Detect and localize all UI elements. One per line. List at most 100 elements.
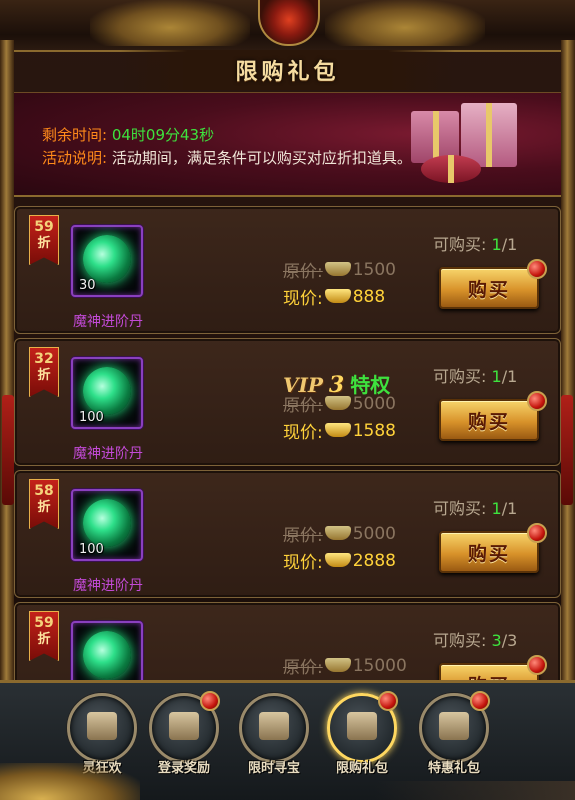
discount-char: 折 xyxy=(37,500,51,515)
current-price-value: 1588 xyxy=(352,420,396,441)
purchase-count: 1 xyxy=(491,499,502,518)
original-price: 原价: 5000 xyxy=(283,521,396,547)
purchase-max: 1 xyxy=(507,499,518,518)
item-quantity: 30 xyxy=(79,278,96,293)
nav-label: 限时寻宝 xyxy=(247,761,300,776)
original-price-value: 5000 xyxy=(352,523,396,544)
gold-ingot-icon xyxy=(324,422,351,437)
purchase-count: 1 xyxy=(491,367,502,386)
offer-card: 32 折 100 魔神进阶丹 VIP 3 特权 原价: 5000 现价: 158… xyxy=(14,338,561,466)
nav-label: 限购礼包 xyxy=(335,761,388,776)
original-price: 原价: 15000 xyxy=(283,653,407,679)
current-price-value: 888 xyxy=(352,286,386,307)
current-price-value: 2888 xyxy=(352,550,396,571)
purchase-count: 3 xyxy=(491,631,502,650)
original-price: 原价: 5000 xyxy=(283,391,396,417)
buy-button[interactable]: 购买 xyxy=(439,391,547,441)
discount-char: 折 xyxy=(37,632,51,647)
original-price-label: 原价: xyxy=(283,526,323,546)
corner-ornament xyxy=(0,763,140,800)
purchase-count: 1 xyxy=(491,235,502,254)
offer-list[interactable]: 59 折 30 魔神进阶丹 原价: 1500 现价: 888 可购买: 1/1 xyxy=(14,196,561,682)
original-price: 原价: 1500 xyxy=(283,257,396,283)
original-price-value: 15000 xyxy=(352,655,407,676)
green-orb-icon xyxy=(83,499,131,547)
purchase-limit: 可购买: 1/1 xyxy=(433,363,517,387)
offer-card: 59 折 30 魔神进阶丹 原价: 1500 现价: 888 可购买: 1/1 xyxy=(14,206,561,334)
green-orb-icon xyxy=(83,367,131,415)
purchase-limit: 可购买: 3/3 xyxy=(433,627,517,651)
nav-glyph xyxy=(169,712,199,740)
nav-glyph xyxy=(347,712,377,740)
item-quantity: 100 xyxy=(79,410,104,425)
notification-dot xyxy=(527,655,547,675)
current-price: 现价: 888 xyxy=(283,284,386,310)
discount-tag: 59 折 xyxy=(29,215,59,265)
gift-boxes-illustration xyxy=(401,99,531,189)
gold-ingot-icon xyxy=(324,261,351,276)
remaining-time-value: 04时09分43秒 xyxy=(111,126,215,144)
buy-label: 购买 xyxy=(467,278,510,301)
event-desc-label: 活动说明: xyxy=(42,149,108,167)
frame-left xyxy=(0,40,14,690)
discount-char: 折 xyxy=(37,236,51,251)
original-price-label: 原价: xyxy=(283,658,323,678)
purchase-limit-label: 可购买: xyxy=(433,631,487,650)
nav-label: 特惠礼包 xyxy=(427,761,480,776)
gift-box-icon xyxy=(421,155,481,183)
notification-dot xyxy=(527,523,547,543)
nav-label: 登录奖励 xyxy=(157,761,210,776)
current-price-label: 现价: xyxy=(283,423,323,443)
notification-dot xyxy=(470,691,490,711)
item-slot[interactable] xyxy=(71,621,143,682)
buy-button[interactable]: 购买 xyxy=(439,259,547,309)
nav-glyph xyxy=(439,712,469,740)
crest-emblem xyxy=(258,0,320,46)
nav-glyph xyxy=(87,712,117,740)
purchase-limit: 可购买: 1/1 xyxy=(433,495,517,519)
nav-item-special-pack[interactable]: 特惠礼包 xyxy=(416,691,492,781)
original-price-label: 原价: xyxy=(283,262,323,282)
gift-basket-icon xyxy=(67,693,137,763)
original-price-value: 5000 xyxy=(352,393,396,414)
green-orb-icon xyxy=(83,631,131,679)
item-name: 魔神进阶丹 xyxy=(73,314,143,330)
event-banner: 剩余时间: 04时09分43秒 活动说明: 活动期间，满足条件可以购买对应折扣道… xyxy=(14,92,561,197)
purchase-limit-label: 可购买: xyxy=(433,499,487,518)
gold-ingot-icon xyxy=(324,395,351,410)
title-bar: 限购礼包 xyxy=(120,50,455,90)
ribbon-right xyxy=(561,395,573,505)
gold-ingot-icon xyxy=(324,552,351,567)
status-strip xyxy=(375,781,575,800)
notification-dot xyxy=(527,259,547,279)
notification-dot xyxy=(378,691,398,711)
limited-purchase-panel: 限购礼包 剩余时间: 04时09分43秒 活动说明: 活动期间，满足条件可以购买… xyxy=(0,0,575,800)
item-slot[interactable]: 100 xyxy=(71,489,143,561)
gold-ingot-icon xyxy=(324,657,351,672)
offer-card: 58 折 100 魔神进阶丹 原价: 5000 现价: 2888 可购买: 1/… xyxy=(14,470,561,598)
buy-button[interactable]: 购买 xyxy=(439,523,547,573)
discount-value: 32 xyxy=(34,351,54,367)
current-price-label: 现价: xyxy=(283,553,323,573)
current-price-label: 现价: xyxy=(283,289,323,309)
discount-tag: 59 折 xyxy=(29,611,59,661)
discount-tag: 32 折 xyxy=(29,347,59,397)
original-price-label: 原价: xyxy=(283,396,323,416)
page-title: 限购礼包 xyxy=(235,60,340,85)
discount-value: 58 xyxy=(34,483,54,499)
item-slot[interactable]: 100 xyxy=(71,357,143,429)
remaining-time-label: 剩余时间: xyxy=(42,126,108,144)
buy-label: 购买 xyxy=(467,410,510,433)
gold-ingot-icon xyxy=(324,288,351,303)
item-slot[interactable]: 30 xyxy=(71,225,143,297)
item-quantity: 100 xyxy=(79,542,104,557)
top-ornament xyxy=(0,0,575,52)
current-price: 现价: 1588 xyxy=(283,418,396,444)
notification-dot xyxy=(200,691,220,711)
nav-item-treasure-hunt[interactable]: 限时寻宝 xyxy=(236,693,312,781)
nav-item-login-reward[interactable]: 登录奖励 xyxy=(146,691,222,781)
discount-char: 折 xyxy=(37,368,51,383)
nav-item-limited-pack[interactable]: 限购礼包 xyxy=(324,691,400,781)
frame-right xyxy=(561,40,575,690)
bottom-nav: 灵狂欢 登录奖励 限时寻宝 限购礼包 特惠礼包 xyxy=(0,680,575,800)
